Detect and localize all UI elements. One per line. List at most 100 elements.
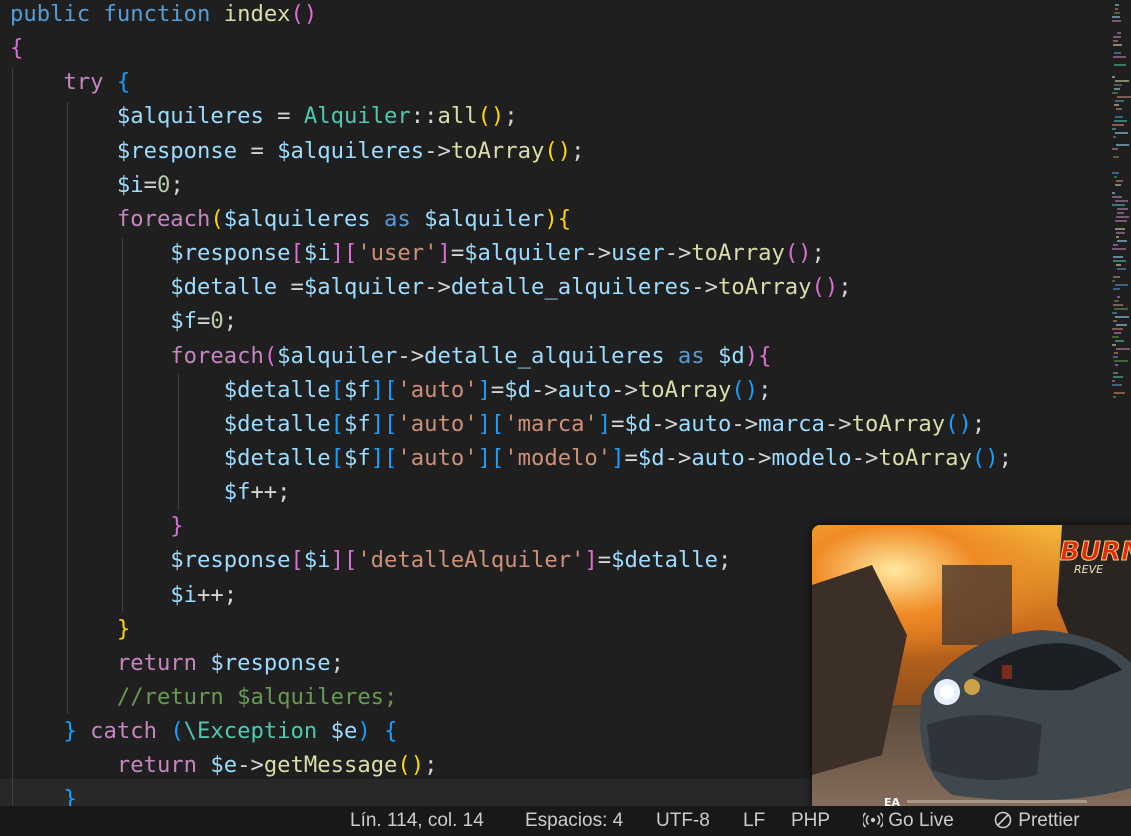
code-token: ] <box>477 376 491 403</box>
minimap-line <box>1112 344 1116 346</box>
code-token: $e <box>210 752 238 779</box>
end-of-line-setting[interactable]: LF <box>743 806 765 836</box>
minimap-line <box>1112 76 1115 78</box>
code-token: $detalle <box>170 274 278 301</box>
code-token: catch <box>90 718 171 745</box>
code-token: } <box>116 615 131 642</box>
code-token: [ <box>330 410 344 437</box>
code-token: ++; <box>197 581 238 608</box>
code-token: ) <box>544 205 558 232</box>
minimap-line <box>1113 356 1118 358</box>
code-token: [ <box>343 547 358 574</box>
minimap-line <box>1116 232 1125 234</box>
minimap-line <box>1112 328 1123 330</box>
code-token: { <box>10 35 24 62</box>
code-token: $response <box>210 649 331 676</box>
code-token: ( <box>170 718 184 745</box>
picture-in-picture-video[interactable]: BURN REVE EA <box>812 525 1131 819</box>
code-token: \Exception <box>183 718 331 745</box>
code-token: $alquiler <box>303 274 425 301</box>
code-token: -> <box>664 444 692 471</box>
encoding-setting[interactable]: UTF-8 <box>656 806 710 836</box>
language-mode[interactable]: PHP <box>791 806 830 836</box>
code-token: -> <box>731 410 759 437</box>
go-live-label: Go Live <box>888 810 954 831</box>
minimap-line <box>1115 80 1129 82</box>
code-token: -> <box>664 240 692 267</box>
minimap-line <box>1114 300 1119 302</box>
minimap-line <box>1116 144 1129 146</box>
code-token: = <box>237 137 278 164</box>
code-token: -> <box>397 342 425 369</box>
minimap-line <box>1115 364 1118 366</box>
minimap-line <box>1117 208 1128 210</box>
minimap-line <box>1112 128 1116 130</box>
code-token: toArray <box>691 240 785 267</box>
minimap-line <box>1114 88 1120 90</box>
minimap-line <box>1112 248 1126 250</box>
minimap-line <box>1117 96 1131 98</box>
go-live-button[interactable]: Go Live <box>861 806 954 836</box>
code-token: return <box>116 752 211 779</box>
indentation-setting[interactable]: Espacios: 4 <box>525 806 623 836</box>
game-artwork-image: BURN REVE EA <box>812 525 1131 819</box>
code-token: [ <box>384 376 398 403</box>
code-token: -> <box>424 137 451 164</box>
code-token: ] <box>370 444 385 471</box>
minimap-line <box>1115 228 1125 230</box>
code-token: ; <box>758 376 772 403</box>
code-token: () <box>971 444 999 471</box>
code-token: = <box>450 240 465 267</box>
code-token: [ <box>384 444 398 471</box>
code-token: toArray <box>450 137 545 164</box>
prettier-button[interactable]: Prettier <box>993 806 1080 836</box>
minimap-line <box>1113 260 1126 262</box>
code-token: () <box>290 1 318 27</box>
minimap-line <box>1112 172 1119 174</box>
minimap-line <box>1114 12 1120 14</box>
code-token: { <box>758 342 772 369</box>
code-token: ) <box>357 718 385 745</box>
minimap-line <box>1114 120 1127 122</box>
code-token: = <box>611 410 625 437</box>
minimap-line <box>1112 92 1118 94</box>
code-token: ] <box>611 444 625 471</box>
code-token: ] <box>330 547 344 574</box>
minimap-line <box>1113 244 1118 246</box>
minimap-line <box>1114 52 1121 54</box>
code-token: :: <box>410 103 438 130</box>
code-token: ; <box>998 444 1012 471</box>
code-token: = <box>490 376 505 403</box>
code-token: { <box>116 69 131 96</box>
code-token: = <box>624 444 638 471</box>
code-token: $d <box>718 342 745 369</box>
minimap-line <box>1113 276 1120 278</box>
minimap-line <box>1112 280 1115 282</box>
code-token: $alquileres <box>223 205 371 232</box>
code-token: } <box>170 513 184 540</box>
code-line: $detalle[$f]['auto']=$d->auto->toArray()… <box>10 373 772 407</box>
code-token: [ <box>343 240 358 267</box>
minimap-line <box>1113 44 1122 46</box>
code-line: $f=0; <box>10 304 237 338</box>
minimap-line <box>1115 116 1123 118</box>
code-token: $alquiler <box>424 205 545 232</box>
minimap-line <box>1117 240 1127 242</box>
code-token: $f <box>223 479 251 506</box>
code-token: $i <box>116 171 144 198</box>
prettier-label: Prettier <box>1018 810 1080 831</box>
minimap-line <box>1112 336 1119 338</box>
code-token: 'user' <box>357 240 438 267</box>
code-token: $response <box>170 240 291 267</box>
cursor-position[interactable]: Lín. 114, col. 14 <box>350 806 484 836</box>
code-token: 'auto' <box>397 376 478 403</box>
minimap-line <box>1116 180 1123 182</box>
